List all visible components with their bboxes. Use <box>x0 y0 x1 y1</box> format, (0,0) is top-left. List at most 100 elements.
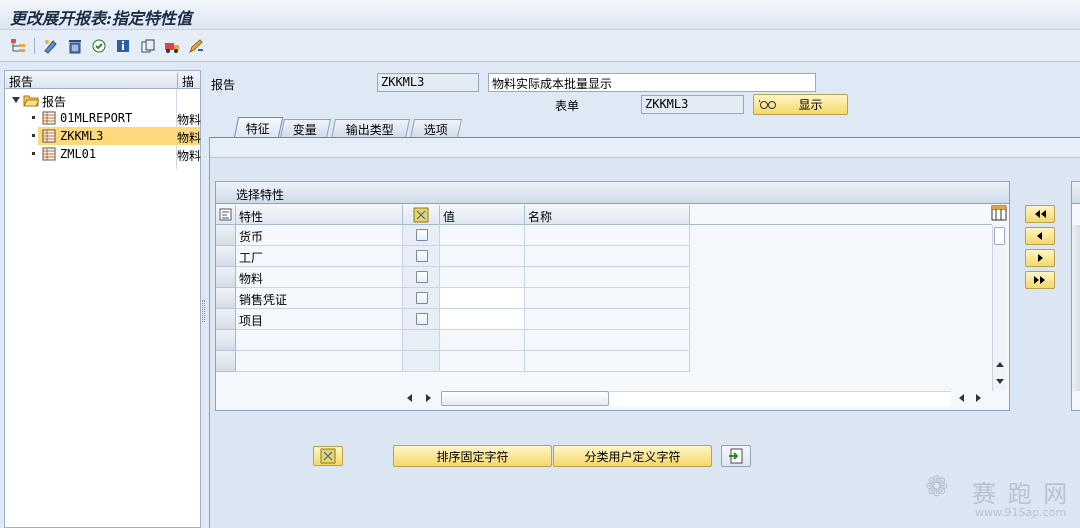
glasses-icon <box>758 97 777 114</box>
tree-item-desc: 物料 <box>177 131 201 145</box>
report-label: 报告 <box>211 78 236 92</box>
watermark: ❁ 赛 跑 网 www.91Sap.com <box>915 470 1080 528</box>
tree-item-label: ZKKML3 <box>60 129 104 143</box>
feature-cell: 项目 <box>239 314 264 328</box>
double-right-icon <box>1034 276 1045 284</box>
watermark-url: www.91Sap.com <box>975 506 1067 519</box>
transport-icon[interactable] <box>163 37 181 55</box>
value-input[interactable] <box>440 288 525 309</box>
column-layout-icon[interactable] <box>991 205 1007 224</box>
scroll-right-icon[interactable] <box>425 392 433 406</box>
scroll-right-icon[interactable] <box>975 392 983 406</box>
row-selector[interactable] <box>216 225 236 246</box>
select-checkbox[interactable] <box>416 271 428 283</box>
move-right-button[interactable] <box>1025 249 1055 267</box>
scroll-left-icon[interactable] <box>957 392 965 406</box>
select-column-icon <box>413 207 429 223</box>
report-icon <box>42 111 56 128</box>
column-header-check[interactable] <box>403 205 440 225</box>
display-button[interactable]: 显示 <box>753 94 848 115</box>
feature-cell: 物料 <box>239 272 264 286</box>
check-icon[interactable] <box>90 37 108 55</box>
tree-root-label: 报告 <box>42 95 67 109</box>
name-cell <box>525 246 690 267</box>
row-selector[interactable] <box>216 351 236 372</box>
tree-item-label: ZML01 <box>60 147 97 161</box>
edit-icon[interactable] <box>187 37 205 55</box>
row-selector[interactable] <box>216 246 236 267</box>
info-icon[interactable] <box>114 37 132 55</box>
tree-item[interactable]: ZML01 物料 <box>5 145 201 163</box>
tree-item-label: 01MLREPORT <box>60 111 133 125</box>
select-checkbox[interactable] <box>416 250 428 262</box>
tab-characteristics[interactable]: 特征 <box>233 117 284 138</box>
column-header-feature[interactable]: 特性 <box>236 205 403 225</box>
selected-characteristics-table <box>1071 181 1080 411</box>
value-input[interactable] <box>440 309 525 330</box>
feature-cell: 工厂 <box>239 251 264 265</box>
column-header-name[interactable]: 名称 <box>525 205 690 225</box>
tree-header-desc[interactable]: 描 <box>177 73 194 89</box>
bullet-icon <box>32 116 35 119</box>
tree-root[interactable]: 报告 <box>5 91 200 109</box>
expand-icon[interactable] <box>11 94 21 108</box>
select-checkbox[interactable] <box>416 229 428 241</box>
tab-options[interactable]: 选项 <box>409 119 463 138</box>
classify-user-defined-characteristics-button[interactable]: 分类用户定义字符 <box>553 445 712 467</box>
select-all-icon[interactable] <box>216 205 236 225</box>
bullet-icon <box>32 152 35 155</box>
scroll-left-icon[interactable] <box>405 392 413 406</box>
delete-icon[interactable] <box>66 37 84 55</box>
report-description-field[interactable]: 物料实际成本批量显示 <box>488 73 816 92</box>
row-selector[interactable] <box>216 309 236 330</box>
copy-icon[interactable] <box>139 37 157 55</box>
watermark-logo-icon: ❁ <box>925 470 949 503</box>
tree-item-selected[interactable]: ZKKML3 物料 <box>38 127 201 145</box>
insert-icon <box>729 448 743 464</box>
name-cell <box>525 267 690 288</box>
move-all-left-button[interactable] <box>1025 205 1055 223</box>
folder-open-icon <box>23 93 40 110</box>
table-title-bar: 选择特性 <box>216 182 1009 204</box>
select-button[interactable] <box>313 446 343 466</box>
insert-button[interactable] <box>721 445 751 467</box>
tree-item-desc: 物料 <box>177 113 201 127</box>
sort-fixed-characteristics-button[interactable]: 排序固定字符 <box>393 445 552 467</box>
name-cell <box>525 309 690 330</box>
name-cell <box>525 225 690 246</box>
characteristics-table: 选择特性 特性 值 名称 货币 工厂 物料 销售凭证 项目 <box>215 181 1010 411</box>
select-column-icon <box>320 448 336 464</box>
horizontal-scroll-thumb[interactable] <box>441 391 609 406</box>
tree-item[interactable]: 01MLREPORT 物料 <box>5 109 201 128</box>
tab-output-type[interactable]: 输出类型 <box>330 119 411 138</box>
select-checkbox[interactable] <box>416 313 428 325</box>
feature-cell: 销售凭证 <box>239 293 288 307</box>
application-toolbar <box>0 30 1080 62</box>
right-icon <box>1038 254 1043 262</box>
tree-header: 报告 描 <box>5 71 200 89</box>
scroll-down-icon[interactable] <box>995 375 1005 389</box>
change-icon[interactable] <box>42 37 60 55</box>
column-header-value[interactable]: 值 <box>440 205 525 225</box>
move-left-button[interactable] <box>1025 227 1055 245</box>
scroll-thumb[interactable] <box>994 227 1005 245</box>
scroll-up-icon[interactable] <box>995 357 1005 371</box>
tree-header-report[interactable]: 报告 <box>9 73 33 90</box>
row-selector[interactable] <box>216 330 236 351</box>
tab-variables[interactable]: 变量 <box>279 119 332 138</box>
row-selector[interactable] <box>216 267 236 288</box>
pane-splitter[interactable] <box>201 70 207 528</box>
hierarchy-icon[interactable] <box>9 37 27 55</box>
vertical-scrollbar[interactable] <box>992 225 1007 391</box>
report-field[interactable]: ZKKML3 <box>377 73 479 92</box>
row-selector[interactable] <box>216 288 236 309</box>
title-bar: 更改展开报表:指定特性值 <box>0 0 1080 30</box>
form-field[interactable]: ZKKML3 <box>641 95 744 114</box>
name-cell <box>525 288 690 309</box>
left-icon <box>1037 232 1042 240</box>
move-all-right-button[interactable] <box>1025 271 1055 289</box>
select-checkbox[interactable] <box>416 292 428 304</box>
bullet-icon <box>32 134 35 137</box>
double-left-icon <box>1035 210 1046 218</box>
horizontal-scroll-track[interactable] <box>609 391 951 406</box>
